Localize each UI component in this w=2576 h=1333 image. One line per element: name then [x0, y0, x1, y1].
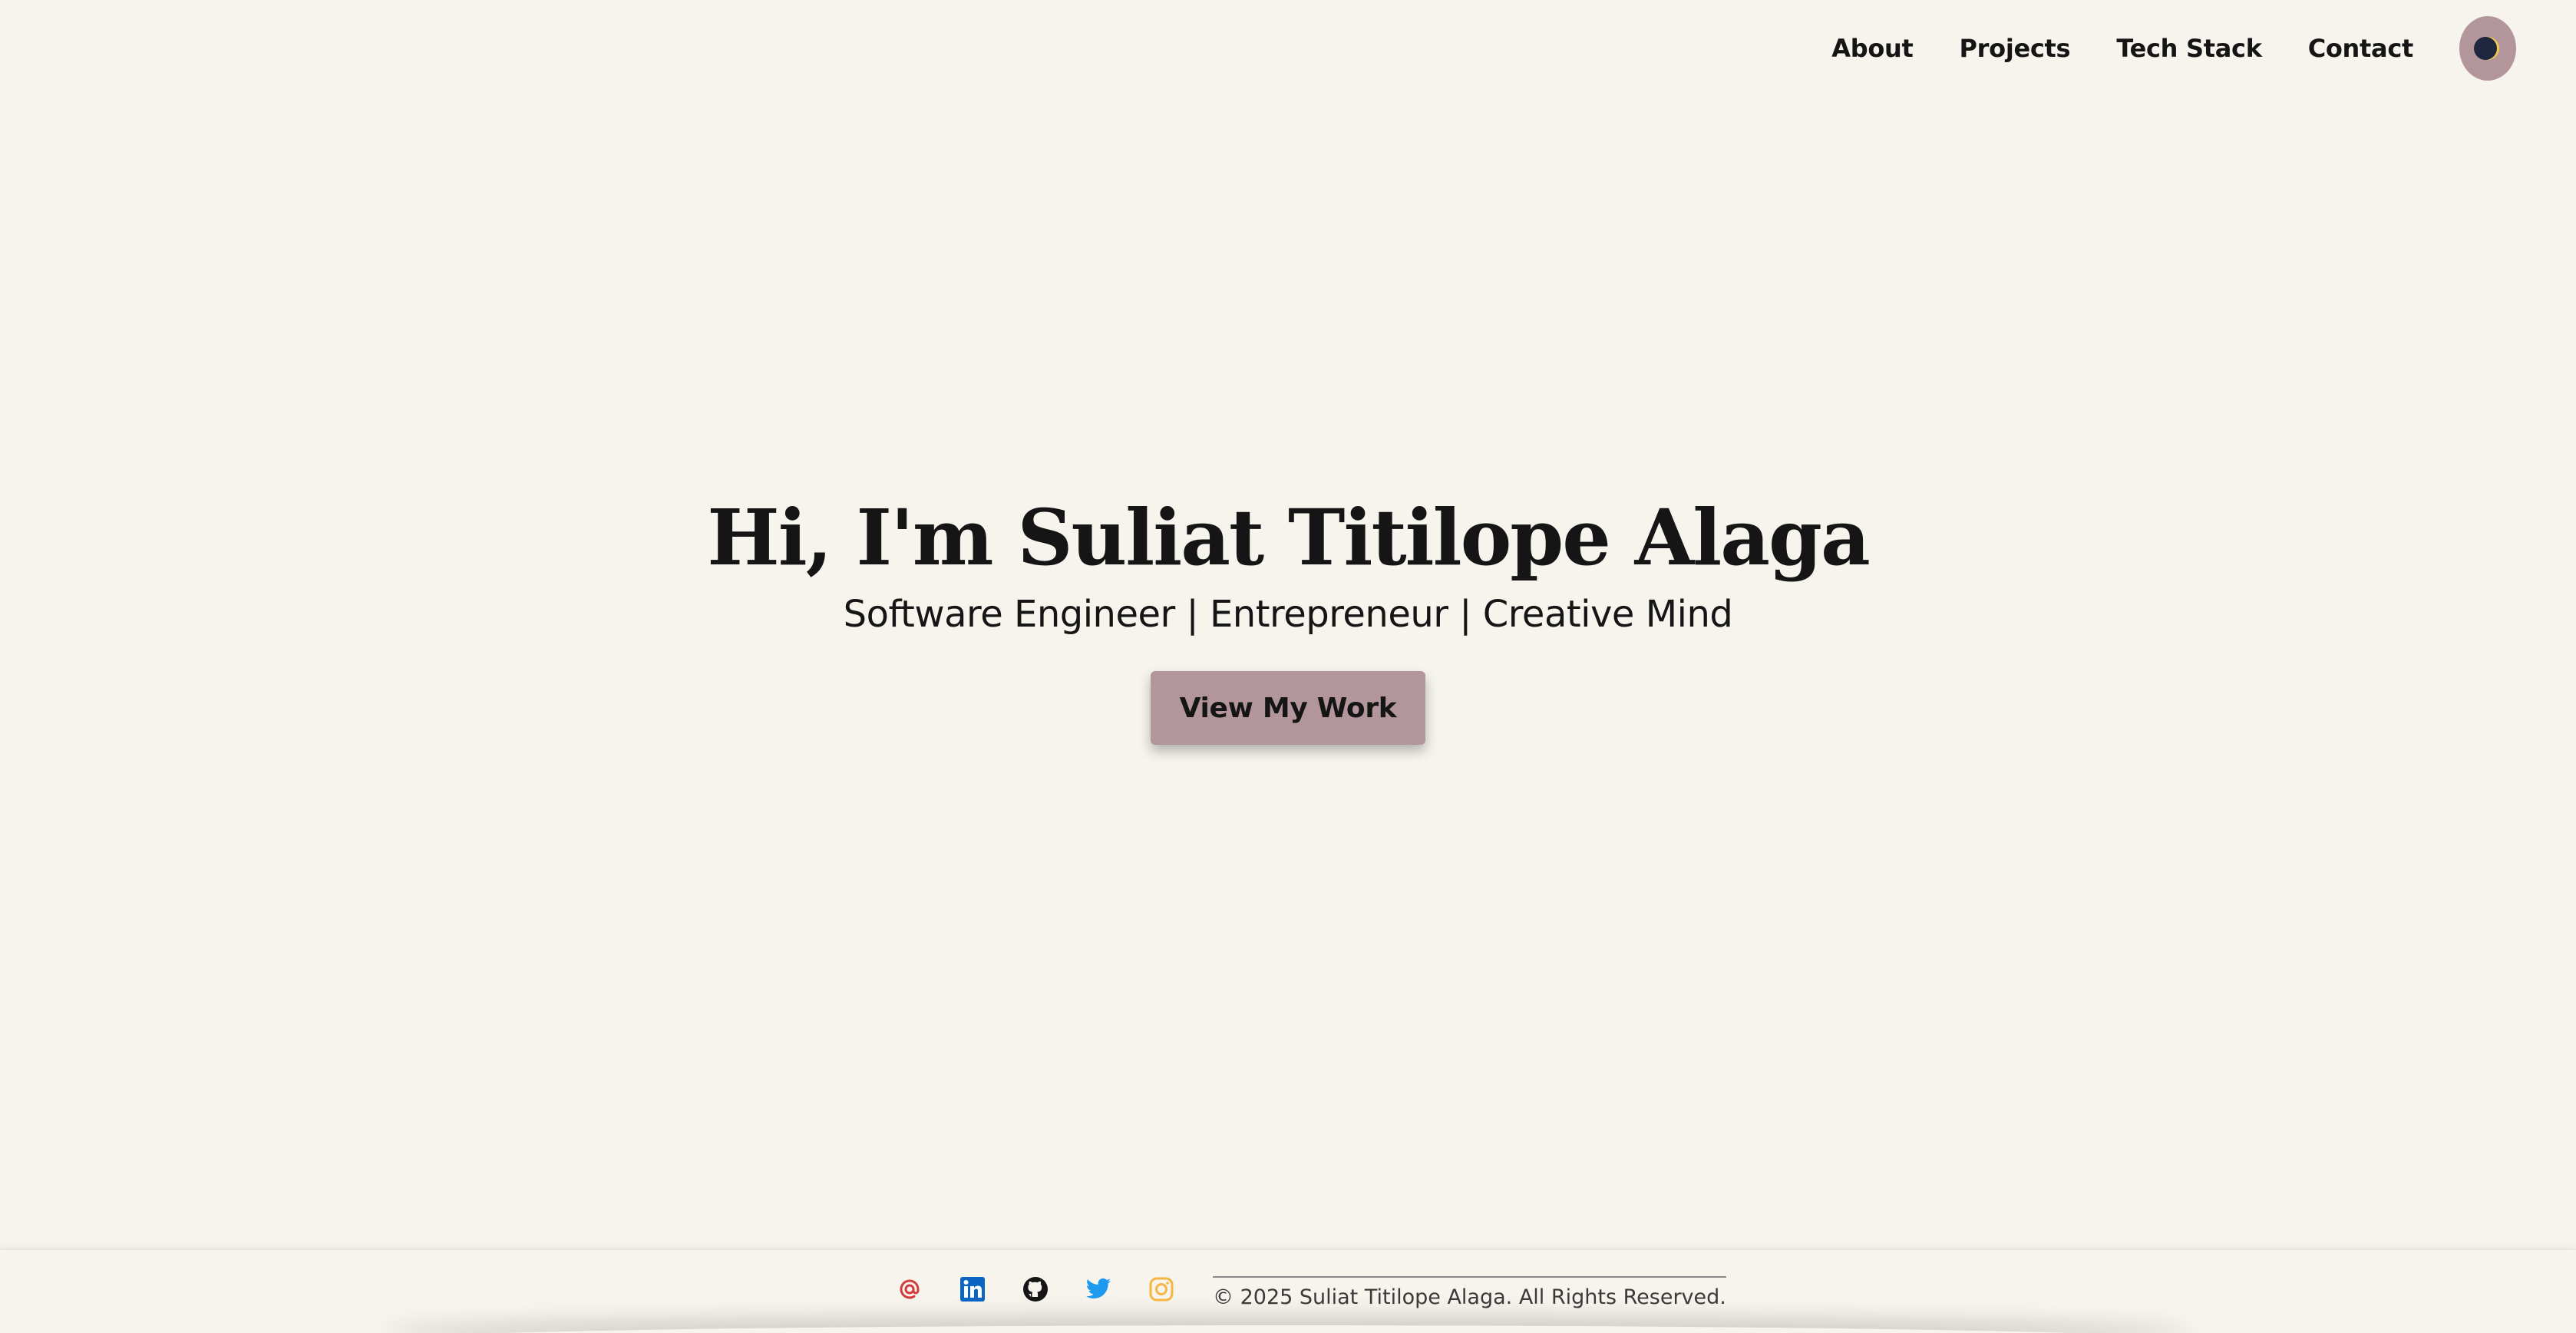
instagram-icon[interactable]	[1148, 1276, 1174, 1302]
hero-section: Hi, I'm Suliat Titilope Alaga Software E…	[0, 491, 2576, 745]
nav-link-projects[interactable]: Projects	[1960, 34, 2071, 63]
footer-shadow	[384, 1325, 2192, 1333]
twitter-icon[interactable]	[1085, 1276, 1111, 1302]
linkedin-icon[interactable]	[959, 1276, 986, 1302]
footer-content: © 2025 Suliat Titilope Alaga. All Rights…	[897, 1273, 1726, 1309]
nav-link-tech-stack[interactable]: Tech Stack	[2116, 34, 2262, 63]
hero-title: Hi, I'm Suliat Titilope Alaga	[707, 492, 1871, 583]
copyright-text: © 2025 Suliat Titilope Alaga. All Rights…	[1213, 1285, 1726, 1309]
nav-link-contact[interactable]: Contact	[2308, 34, 2414, 63]
hero-subtitle: Software Engineer | Entrepreneur | Creat…	[843, 593, 1733, 636]
top-navigation: About Projects Tech Stack Contact	[1831, 0, 2576, 97]
copyright-wrapper: © 2025 Suliat Titilope Alaga. All Rights…	[1213, 1276, 1726, 1309]
nav-link-about[interactable]: About	[1831, 34, 1914, 63]
theme-toggle-button[interactable]	[2459, 16, 2516, 81]
github-icon[interactable]	[1022, 1276, 1049, 1302]
moon-icon	[2474, 37, 2499, 60]
email-icon[interactable]	[897, 1276, 923, 1302]
view-my-work-button[interactable]: View My Work	[1151, 671, 1425, 745]
social-icons	[897, 1273, 1174, 1302]
nav-links: About Projects Tech Stack Contact	[1831, 34, 2413, 63]
footer: © 2025 Suliat Titilope Alaga. All Rights…	[0, 1249, 2576, 1333]
